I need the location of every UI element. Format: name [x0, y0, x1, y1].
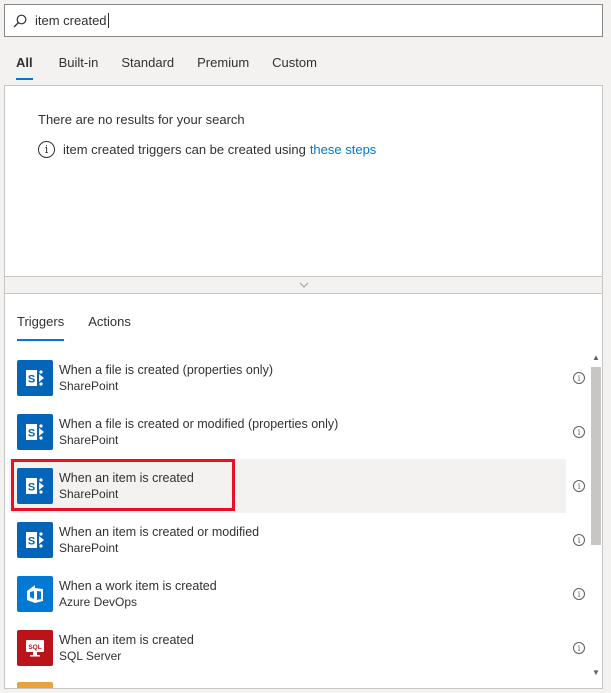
scroll-down-icon[interactable]: ▼: [592, 669, 600, 677]
sharepoint-icon: S: [17, 360, 53, 396]
info-icon[interactable]: i: [573, 534, 585, 546]
connector-icon-partial: [17, 682, 53, 688]
these-steps-link[interactable]: these steps: [310, 142, 377, 157]
svg-text:S: S: [28, 536, 35, 548]
list-item[interactable]: S When an item is created or modified Sh…: [9, 513, 585, 567]
item-connector: SharePoint: [59, 541, 119, 555]
item-title: When a file is created (properties only): [59, 363, 273, 377]
item-connector: SQL Server: [59, 649, 122, 663]
trigger-list: S When a file is created (properties onl…: [9, 351, 585, 675]
sharepoint-icon: S: [17, 414, 53, 450]
info-icon[interactable]: i: [573, 372, 585, 384]
sharepoint-icon: S: [17, 522, 53, 558]
search-icon: [13, 14, 27, 27]
list-item[interactable]: S When a file is created or modified (pr…: [9, 405, 585, 459]
tab-standard[interactable]: Standard: [121, 52, 174, 80]
item-connector: SharePoint: [59, 379, 119, 393]
info-icon[interactable]: i: [573, 480, 585, 492]
search-box[interactable]: item created: [4, 4, 603, 37]
list-scrollbar[interactable]: ▲ ▼: [590, 351, 602, 681]
item-title: When a work item is created: [59, 579, 217, 593]
azure-devops-icon: [17, 576, 53, 612]
list-item[interactable]: When a work item is created Azure DevOps…: [9, 567, 585, 621]
list-item[interactable]: S When a file is created (properties onl…: [9, 351, 585, 405]
svg-text:S: S: [28, 374, 35, 386]
scroll-thumb[interactable]: [591, 367, 601, 545]
svg-text:SQL: SQL: [28, 644, 41, 651]
tab-premium[interactable]: Premium: [197, 52, 249, 80]
svg-text:S: S: [28, 428, 35, 440]
tab-all[interactable]: All: [4, 52, 33, 80]
scroll-up-icon[interactable]: ▲: [592, 354, 600, 362]
item-title: When an item is created or modified: [59, 525, 260, 539]
tab-actions[interactable]: Actions: [88, 314, 131, 341]
item-title: When a file is created or modified (prop…: [59, 417, 339, 431]
info-icon[interactable]: i: [573, 642, 585, 654]
chevron-down-icon[interactable]: [299, 282, 309, 288]
hint-row: i item created triggers can be created u…: [38, 141, 376, 158]
text-cursor: [107, 13, 109, 28]
tab-built-in[interactable]: Built-in: [59, 52, 99, 80]
connector-results-panel: There are no results for your search i i…: [4, 85, 603, 277]
sql-server-icon: SQL: [17, 630, 53, 666]
highlight-box: [11, 459, 235, 511]
info-icon: i: [38, 141, 55, 158]
search-input[interactable]: item created: [35, 13, 107, 28]
list-item[interactable]: SQL When an item is created SQL Server i: [9, 621, 585, 675]
no-results-message: There are no results for your search: [38, 112, 245, 127]
item-connector: SharePoint: [59, 433, 119, 447]
info-icon[interactable]: i: [573, 588, 585, 600]
hint-text: item created triggers can be created usi…: [63, 142, 306, 157]
info-icon[interactable]: i: [573, 426, 585, 438]
tab-triggers[interactable]: Triggers: [17, 314, 65, 341]
item-title: When an item is created: [59, 633, 194, 647]
operation-tabs: Triggers Actions: [17, 314, 155, 341]
category-tabs: All Built-in Standard Premium Custom: [4, 52, 340, 82]
tab-custom[interactable]: Custom: [272, 52, 317, 80]
panel-splitter[interactable]: [4, 277, 603, 293]
item-connector: Azure DevOps: [59, 595, 138, 609]
